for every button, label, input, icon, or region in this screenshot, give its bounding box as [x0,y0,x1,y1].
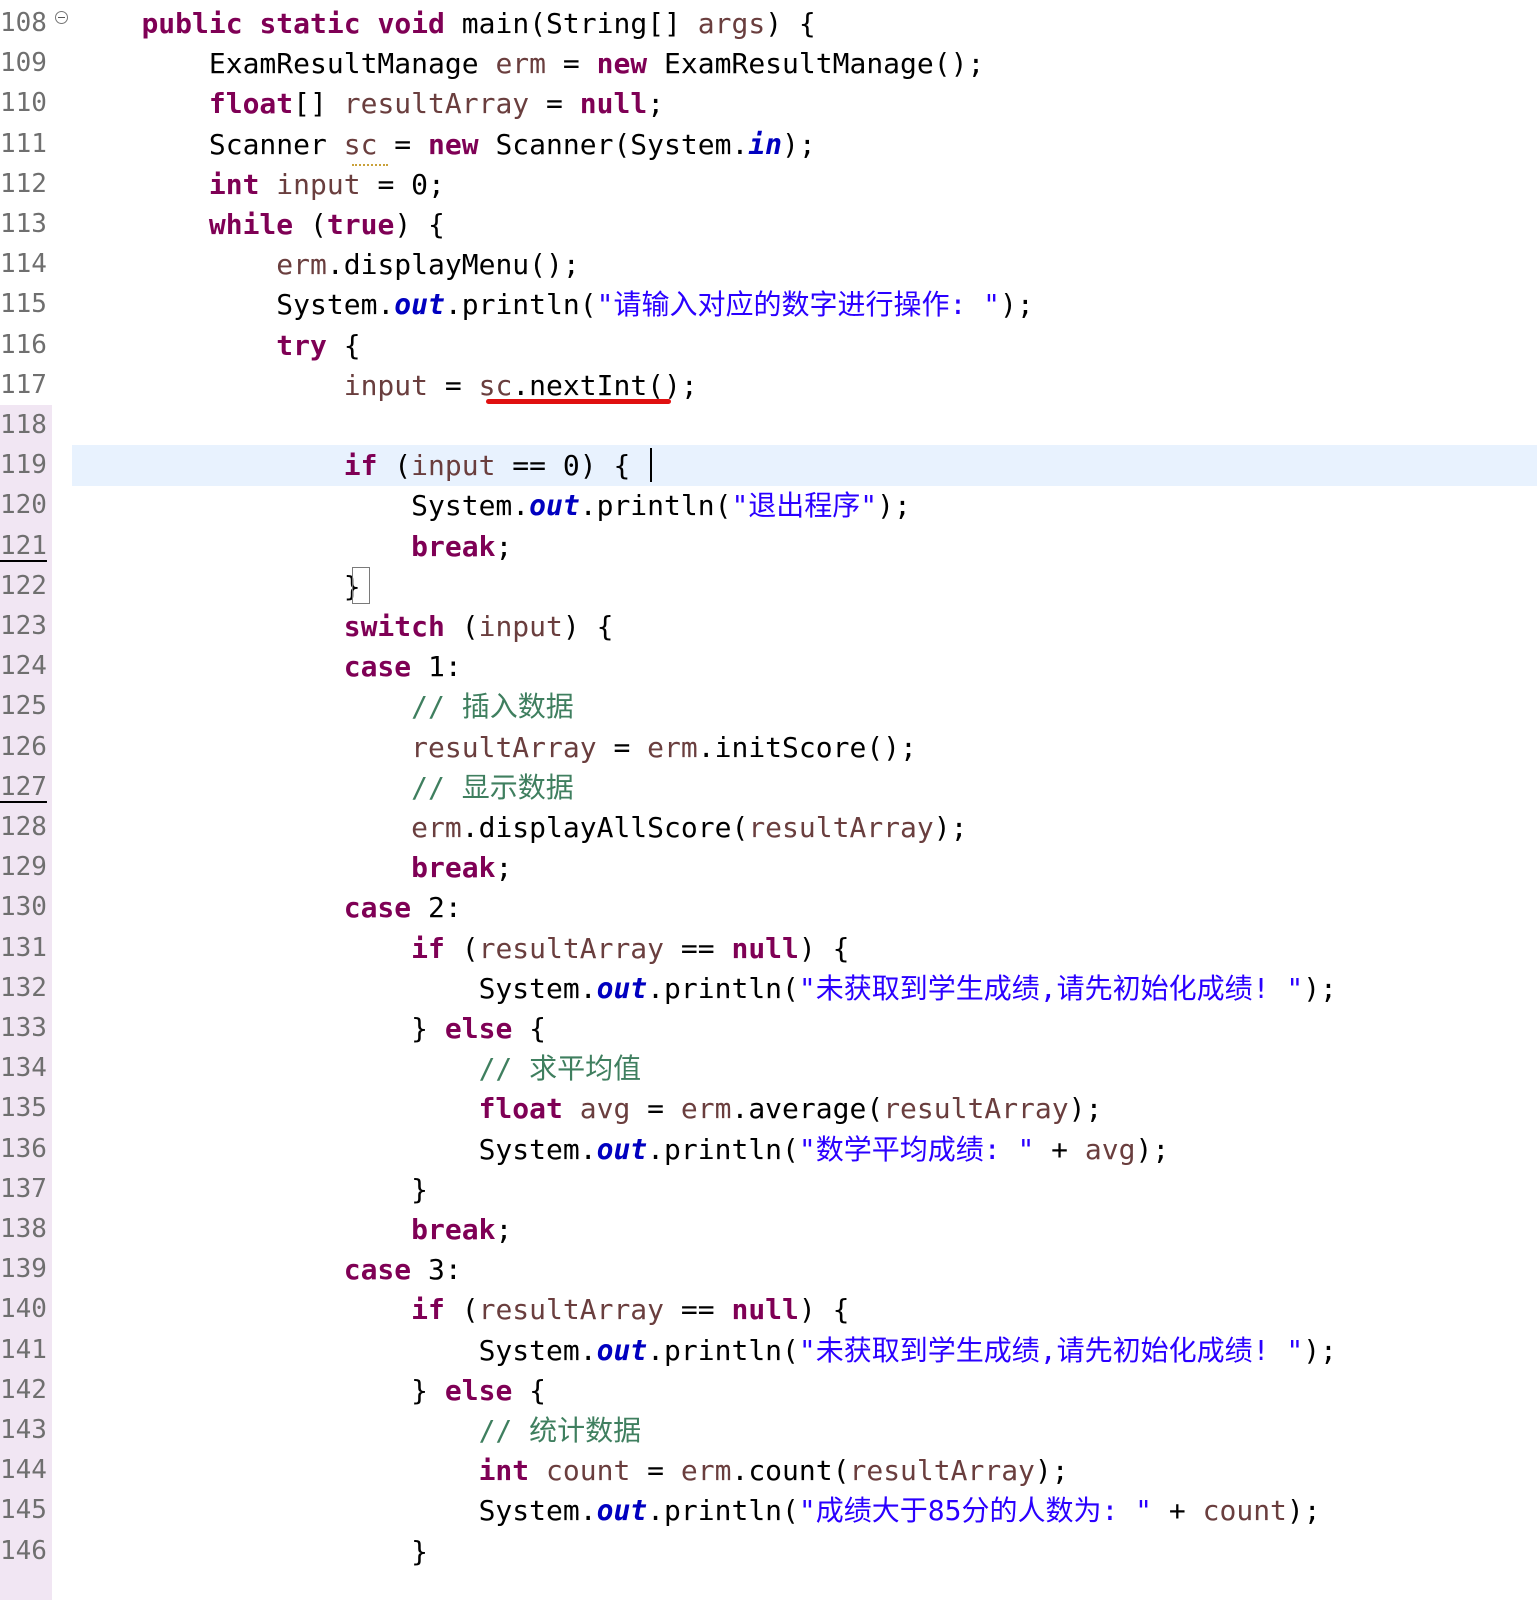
line-number: 138 [0,1214,47,1244]
code-line[interactable]: public static void main(String[] args) { [74,3,815,44]
line-number: 119 [0,450,47,481]
red-annotation-underline [486,399,671,404]
line-number: 121 [0,530,47,561]
line-number: 132 [0,972,47,1003]
code-line[interactable]: erm.displayMenu(); [74,244,579,285]
line-number: 126 [0,731,47,762]
line-number: 146 [0,1535,47,1566]
text-caret [650,448,652,482]
line-number: 114 [0,249,47,280]
line-number: 108 [0,8,47,38]
code-line[interactable]: } else { [74,1370,546,1411]
code-line[interactable]: System.out.println("成绩大于85分的人数为: " + cou… [74,1490,1321,1531]
code-line[interactable]: // 插入数据 [74,686,574,727]
line-number: 115 [0,289,47,320]
line-number: 116 [0,329,47,360]
code-line[interactable]: while (true) { [74,204,445,245]
code-line[interactable]: } [74,1531,428,1572]
code-line[interactable]: } else { [74,1008,546,1049]
line-number: 131 [0,932,47,963]
code-line[interactable]: break; [74,1209,512,1250]
code-line[interactable]: switch (input) { [74,606,614,647]
line-number: 140 [0,1294,47,1325]
line-number: 124 [0,651,47,682]
line-number: 136 [0,1133,47,1164]
line-number: 118 [0,410,47,440]
code-line[interactable]: break; [74,847,512,888]
code-line[interactable]: System.out.println("未获取到学生成绩,请先初始化成绩! ")… [74,1330,1337,1371]
line-number: 133 [0,1013,47,1043]
code-line[interactable]: if (resultArray == null) { [74,928,849,969]
line-number: 127 [0,771,47,802]
code-line[interactable]: // 统计数据 [74,1410,642,1451]
code-line[interactable]: System.out.println("退出程序"); [74,485,911,526]
code-line[interactable]: float[] resultArray = null; [74,83,664,124]
line-number: 109 [0,48,47,79]
line-number: 120 [0,490,47,521]
code-line[interactable]: if (resultArray == null) { [74,1289,849,1330]
line-number: 143 [0,1415,47,1445]
code-line[interactable]: // 显示数据 [74,767,574,808]
code-line[interactable]: } [74,1169,428,1210]
line-number: 113 [0,209,47,239]
code-line[interactable]: ExamResultManage erm = new ExamResultMan… [74,43,984,84]
line-number: 137 [0,1173,47,1204]
line-number: 111 [0,128,47,159]
line-number: 122 [0,570,47,601]
warning-squiggle [352,164,388,166]
line-number: 135 [0,1093,47,1124]
line-number: 129 [0,852,47,883]
line-number: 110 [0,88,47,119]
code-line[interactable]: break; [74,526,512,567]
code-line[interactable]: System.out.println("数学平均成绩: " + avg); [74,1129,1170,1170]
code-line[interactable]: System.out.println("请输入对应的数字进行操作: "); [74,284,1033,325]
line-number: 117 [0,369,47,400]
matching-bracket-highlight [352,567,370,604]
line-number: 123 [0,611,47,641]
code-line[interactable]: System.out.println("未获取到学生成绩,请先初始化成绩! ")… [74,968,1337,1009]
code-line[interactable]: case 3: [74,1249,462,1290]
code-line[interactable]: if (input == 0) { [74,445,631,486]
code-line[interactable]: float avg = erm.average(resultArray); [74,1088,1103,1129]
code-line[interactable]: erm.displayAllScore(resultArray); [74,807,967,848]
line-number: 139 [0,1254,47,1285]
code-line[interactable]: int count = erm.count(resultArray); [74,1450,1069,1491]
line-number: 142 [0,1374,47,1405]
code-line[interactable]: int input = 0; [74,164,445,205]
line-number: 141 [0,1334,47,1365]
code-line[interactable]: } [74,566,361,607]
line-number: 130 [0,892,47,923]
code-line[interactable]: // 求平均值 [74,1048,642,1089]
line-number: 125 [0,691,47,722]
line-number: 145 [0,1495,47,1526]
line-number: 112 [0,168,47,199]
line-number: 134 [0,1053,47,1084]
fold-collapse-icon[interactable] [55,11,68,24]
line-number: 128 [0,812,47,842]
code-line[interactable]: resultArray = erm.initScore(); [74,727,917,768]
code-line[interactable]: case 1: [74,646,462,687]
line-number: 144 [0,1455,47,1486]
code-line[interactable]: Scanner sc = new Scanner(System.in); [74,124,816,165]
code-editor[interactable]: 108 public static void main(String[] arg… [0,0,1537,1600]
code-line[interactable]: try { [74,325,360,366]
code-line[interactable]: case 2: [74,887,462,928]
